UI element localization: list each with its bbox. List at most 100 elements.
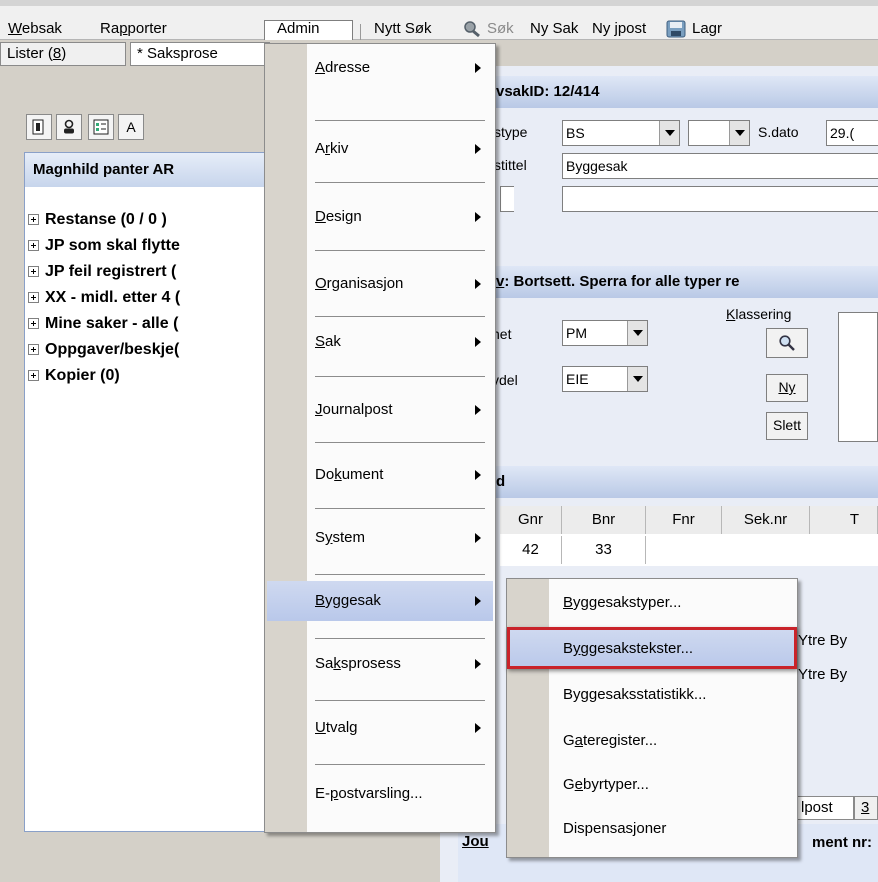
copy-icon-button[interactable] [26, 114, 52, 140]
menu-item-gebyrtyper[interactable]: Gebyrtyper... [509, 765, 795, 805]
menu-item-byggesak[interactable]: Byggesak [267, 581, 493, 621]
menu-item-design[interactable]: Design [267, 197, 493, 237]
submenu-arrow-icon [475, 337, 481, 347]
tree-item-jp-feil[interactable]: JP feil registrert ( [28, 259, 176, 285]
menu-separator [315, 574, 485, 575]
menu-separator [315, 250, 485, 251]
aux-field-left[interactable] [500, 186, 514, 212]
menu-item-organisasjon[interactable]: Organisasjon [267, 264, 493, 304]
chevron-down-icon[interactable] [659, 121, 679, 145]
menu-item-byggesakstyper[interactable]: Byggesakstyper... [509, 583, 795, 623]
property-grid-header: d [440, 466, 878, 498]
avdel-select[interactable]: EIE [562, 366, 648, 392]
grid-cell-gnr[interactable]: 42 [500, 536, 562, 564]
menu-separator [315, 638, 485, 639]
new-journal-post-button[interactable]: Ny jpost [592, 18, 646, 40]
notice-bar: v: Bortsett. Sperra for alle typer re [440, 266, 878, 298]
menu-item-adresse[interactable]: Adresse [267, 48, 493, 88]
submenu-arrow-icon [475, 212, 481, 222]
new-search-button[interactable]: Nytt Søk [374, 18, 432, 40]
admin-menu: Adresse Arkiv Design Organisasjon Sak Jo… [264, 43, 496, 833]
ytre-label-1: Ytre By [798, 632, 848, 649]
menu-separator [315, 442, 485, 443]
sdato-field[interactable]: 29.( [826, 120, 878, 146]
document-icon [32, 119, 44, 135]
menu-separator [315, 316, 485, 317]
user-icon [64, 119, 74, 134]
klassering-label: Klassering [726, 306, 792, 322]
menu-item-saksprosess[interactable]: Saksprosess [267, 644, 493, 684]
menu-item-dispensasjoner[interactable]: Dispensasjoner [509, 809, 795, 849]
font-button[interactable]: A [118, 114, 144, 140]
klassering-search-button[interactable] [766, 328, 808, 358]
grid-cell-bnr[interactable]: 33 [562, 536, 646, 564]
grid-header-t: T [810, 506, 878, 534]
sdato-label: S.dato [758, 124, 799, 140]
tab-saksprosess[interactable]: * Saksprose [130, 42, 270, 66]
menu-item-e-postvarsling[interactable]: E-postvarsling... [267, 774, 493, 814]
stype-sub-select[interactable] [688, 120, 750, 146]
highlight-annotation [507, 627, 797, 669]
user-icon-button[interactable] [56, 114, 82, 140]
expand-icon[interactable] [28, 292, 39, 303]
chevron-down-icon[interactable] [729, 121, 749, 145]
menu-websak[interactable]: Websak [8, 18, 62, 40]
save-icon [666, 20, 686, 38]
tab-journalpost[interactable]: lpost [794, 796, 854, 820]
menu-item-arkiv[interactable]: Arkiv [267, 129, 493, 169]
expand-icon[interactable] [28, 370, 39, 381]
menu-rapporter[interactable]: Rapporter [100, 18, 167, 40]
case-id-header: vsakID: 12/414 [440, 76, 878, 108]
menu-item-utvalg[interactable]: Utvalg [267, 708, 493, 748]
menu-item-dokument[interactable]: Dokument [267, 455, 493, 495]
ytre-label-2: Ytre By [798, 666, 848, 683]
stype-select[interactable]: BS [562, 120, 680, 146]
expand-icon[interactable] [28, 214, 39, 225]
slett-button[interactable]: Slett [766, 412, 808, 440]
tree-item-mine-saker[interactable]: Mine saker - alle ( [28, 311, 178, 337]
chevron-down-icon[interactable] [627, 367, 647, 391]
expand-icon[interactable] [28, 240, 39, 251]
aux-field[interactable] [562, 186, 878, 212]
search-button[interactable]: Søk [487, 18, 514, 40]
expand-icon[interactable] [28, 344, 39, 355]
grid-header-gnr: Gnr [500, 506, 562, 534]
search-icon [464, 21, 480, 38]
grid-header-seknr: Sek.nr [722, 506, 810, 534]
stittel-field[interactable]: Byggesak [562, 153, 878, 179]
menu-item-gateregister[interactable]: Gateregister... [509, 721, 795, 761]
menu-item-sak[interactable]: Sak [267, 322, 493, 362]
klassering-list[interactable] [838, 312, 878, 442]
tab-lists[interactable]: Lister (8) [0, 42, 126, 66]
list-icon-button[interactable] [88, 114, 114, 140]
menu-separator [315, 700, 485, 701]
chevron-down-icon[interactable] [627, 321, 647, 345]
menu-item-system[interactable]: System [267, 518, 493, 558]
expand-icon[interactable] [28, 318, 39, 329]
search-icon [779, 335, 795, 351]
submenu-arrow-icon [475, 144, 481, 154]
submenu-arrow-icon [475, 405, 481, 415]
new-case-button[interactable]: Ny Sak [530, 18, 578, 40]
menu-item-byggesaksstatistikk[interactable]: Byggesaksstatistikk... [509, 675, 795, 715]
tree-item-kopier[interactable]: Kopier (0) [28, 363, 120, 389]
menu-bar: Websak Rapporter Admin Nytt Søk Søk Ny S… [0, 0, 878, 50]
submenu-arrow-icon [475, 533, 481, 543]
menu-item-journalpost[interactable]: Journalpost [267, 390, 493, 430]
property-grid: Gnr Bnr Fnr Sek.nr T 42 33 [500, 506, 878, 566]
save-button[interactable]: Lagr [692, 18, 722, 40]
document-number-label: ment nr: [812, 834, 872, 851]
tree-item-jp-flytte[interactable]: JP som skal flytte [28, 233, 180, 259]
checklist-icon [93, 119, 109, 135]
tree-item-xx-midl[interactable]: XX - midl. etter 4 ( [28, 285, 180, 311]
grid-header-fnr: Fnr [646, 506, 722, 534]
submenu-arrow-icon [475, 279, 481, 289]
ny-button[interactable]: Ny [766, 374, 808, 402]
tree-item-restanse[interactable]: Restanse (0 / 0 ) [28, 207, 167, 233]
expand-icon[interactable] [28, 266, 39, 277]
enhet-select[interactable]: PM [562, 320, 648, 346]
menu-separator [315, 376, 485, 377]
tab-3[interactable]: 3 [854, 796, 878, 820]
submenu-arrow-icon [475, 470, 481, 480]
tree-item-oppgaver[interactable]: Oppgaver/beskje( [28, 337, 179, 363]
